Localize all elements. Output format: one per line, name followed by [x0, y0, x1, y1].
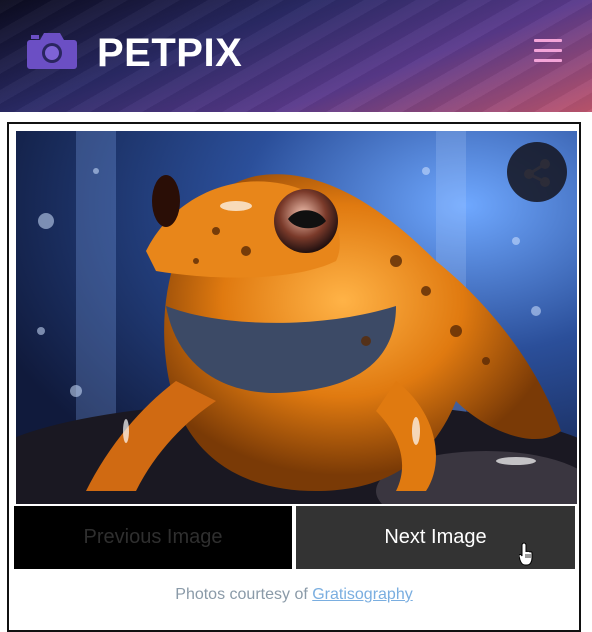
gratisography-link[interactable]: Gratisography: [312, 586, 413, 603]
hamburger-menu-icon[interactable]: [532, 37, 564, 65]
gallery-card: Previous Image Next Image Photos courtes…: [7, 122, 581, 632]
site-header: PETPIX: [0, 0, 592, 112]
site-title[interactable]: PETPIX: [97, 30, 242, 76]
photo-credits: Photos courtesy of Gratisography: [9, 586, 579, 604]
previous-image-button[interactable]: Previous Image: [14, 506, 292, 569]
share-icon[interactable]: [507, 142, 567, 202]
gallery-image: [16, 131, 577, 504]
camera-icon: [26, 30, 78, 70]
credit-prefix: Photos courtesy of: [175, 586, 308, 603]
pointer-cursor-icon: [518, 542, 537, 566]
